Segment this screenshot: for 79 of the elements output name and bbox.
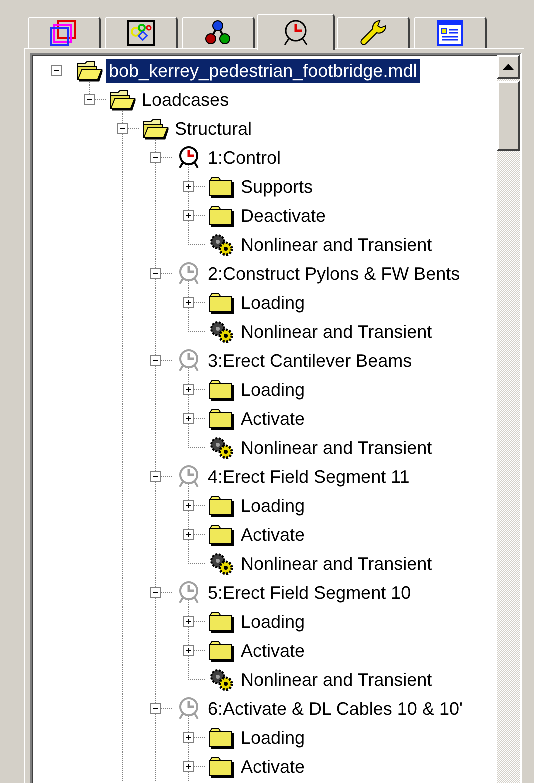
expand-toggle[interactable] bbox=[117, 123, 128, 134]
folder-icon bbox=[208, 176, 234, 198]
open-folder-icon bbox=[142, 118, 168, 140]
tree-item[interactable]: Activate bbox=[238, 406, 308, 430]
expand-toggle[interactable] bbox=[183, 297, 194, 308]
tree-item[interactable]: Activate bbox=[238, 754, 308, 778]
tree-item[interactable]: Loadcases bbox=[139, 88, 232, 112]
folder-icon bbox=[208, 204, 234, 226]
expand-toggle[interactable] bbox=[51, 65, 62, 76]
folder-icon bbox=[208, 408, 234, 430]
tree-item[interactable]: Loading bbox=[238, 378, 308, 402]
tree-item[interactable]: Loading bbox=[238, 726, 308, 750]
folder-icon bbox=[208, 756, 234, 778]
scrollbar-thumb[interactable] bbox=[497, 81, 520, 151]
open-folder-icon bbox=[110, 88, 136, 110]
folder-icon bbox=[208, 292, 234, 314]
folder-icon bbox=[208, 640, 234, 662]
tab[interactable] bbox=[105, 17, 178, 48]
expand-toggle[interactable] bbox=[183, 732, 194, 743]
tree-item[interactable]: Activate bbox=[238, 638, 308, 662]
folder-icon bbox=[208, 610, 234, 632]
folder-icon bbox=[208, 524, 234, 546]
tab[interactable] bbox=[414, 17, 487, 48]
expand-toggle[interactable] bbox=[84, 94, 95, 105]
tab[interactable] bbox=[182, 17, 255, 48]
gears-icon bbox=[208, 232, 234, 256]
gears-icon bbox=[208, 320, 234, 344]
tree-item[interactable]: Supports bbox=[238, 174, 316, 198]
expand-toggle[interactable] bbox=[150, 152, 161, 163]
expand-toggle[interactable] bbox=[150, 268, 161, 279]
expand-toggle[interactable] bbox=[150, 703, 161, 714]
tree-item[interactable]: Loading bbox=[238, 494, 308, 518]
tree-item[interactable]: Nonlinear and Transient bbox=[238, 552, 436, 576]
gears-icon bbox=[208, 436, 234, 460]
tab[interactable] bbox=[28, 17, 101, 48]
tree-item[interactable]: bob_kerrey_pedestrian_footbridge.mdl bbox=[106, 58, 420, 82]
document-window-icon bbox=[435, 19, 465, 47]
tree-item[interactable]: 6:Activate & DL Cables 10 & 10' bbox=[205, 696, 466, 720]
tree-item[interactable]: Nonlinear and Transient bbox=[238, 320, 436, 344]
expand-toggle[interactable] bbox=[183, 210, 194, 221]
gears-icon bbox=[208, 668, 234, 692]
tree-item[interactable]: Structural bbox=[172, 116, 256, 140]
tab[interactable] bbox=[257, 14, 335, 50]
vertical-scrollbar[interactable] bbox=[497, 55, 520, 783]
expand-toggle[interactable] bbox=[183, 616, 194, 627]
folder-icon bbox=[208, 494, 234, 516]
tree-item[interactable]: 4:Erect Field Segment 11 bbox=[205, 464, 413, 488]
tree-item[interactable]: 5:Erect Field Segment 10 bbox=[205, 580, 414, 604]
three-spheres-icon bbox=[203, 19, 233, 47]
tree-item[interactable]: 1:Control bbox=[205, 146, 284, 170]
expand-toggle[interactable] bbox=[150, 471, 161, 482]
tree-item[interactable]: Nonlinear and Transient bbox=[238, 436, 436, 460]
tree-item[interactable]: Loading bbox=[238, 290, 308, 314]
open-folder-icon bbox=[76, 60, 102, 82]
tree-item[interactable]: Loading bbox=[238, 610, 308, 634]
expand-toggle[interactable] bbox=[183, 761, 194, 772]
expand-toggle[interactable] bbox=[183, 384, 194, 395]
expand-toggle[interactable] bbox=[183, 529, 194, 540]
shapes-icon bbox=[126, 19, 156, 47]
tree-item[interactable]: 2:Construct Pylons & FW Bents bbox=[205, 262, 464, 286]
expand-toggle[interactable] bbox=[150, 587, 161, 598]
expand-toggle[interactable] bbox=[183, 181, 194, 192]
up-arrow-icon bbox=[503, 64, 514, 70]
expand-toggle[interactable] bbox=[150, 355, 161, 366]
folder-icon bbox=[208, 726, 234, 748]
expand-toggle[interactable] bbox=[183, 645, 194, 656]
overlapping-squares-icon bbox=[49, 19, 79, 47]
tree-item[interactable]: Deactivate bbox=[238, 204, 330, 228]
tree-item[interactable]: Nonlinear and Transient bbox=[238, 668, 436, 692]
tab[interactable] bbox=[337, 17, 410, 48]
tree-item[interactable]: Nonlinear and Transient bbox=[238, 232, 436, 256]
tree-item[interactable]: 3:Erect Cantilever Beams bbox=[205, 348, 416, 372]
scroll-up-button[interactable] bbox=[497, 55, 520, 79]
expand-toggle[interactable] bbox=[183, 500, 194, 511]
tree-item[interactable]: Activate bbox=[238, 522, 308, 546]
wrench-icon bbox=[358, 19, 388, 47]
folder-icon bbox=[208, 378, 234, 400]
expand-toggle[interactable] bbox=[183, 413, 194, 424]
gears-icon bbox=[208, 552, 234, 576]
